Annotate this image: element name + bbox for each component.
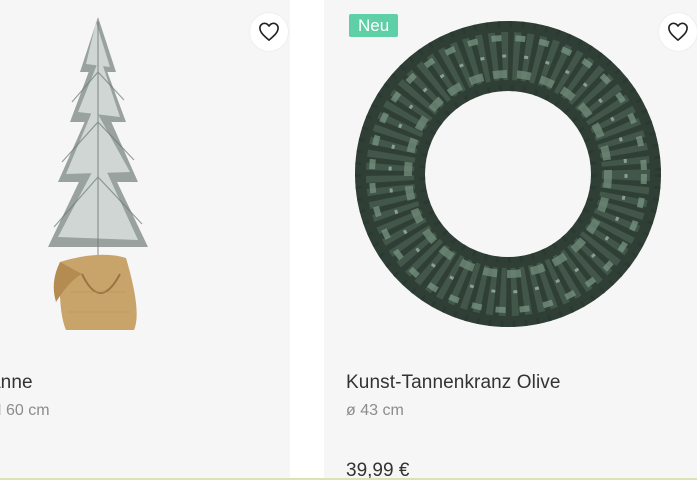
product-image-frosted-tree[interactable] [30, 12, 170, 342]
new-badge: Neu [349, 14, 399, 37]
product-card-wreath[interactable]: Neu Kunst-Tannenkranz Olive ø 43 cm 39,9… [324, 0, 697, 480]
product-price: 39,99 € [346, 460, 410, 480]
product-card-tree[interactable]: anne H 60 cm € [0, 0, 290, 480]
product-title[interactable]: anne [0, 372, 33, 394]
product-title[interactable]: Kunst-Tannenkranz Olive [346, 372, 561, 394]
product-size: ø 43 cm [346, 402, 404, 419]
heart-outline-icon [668, 22, 688, 41]
favorite-button[interactable] [250, 13, 288, 51]
favorite-button[interactable] [659, 13, 697, 51]
product-size: H 60 cm [0, 402, 50, 419]
product-image-wreath[interactable] [348, 14, 668, 334]
heart-outline-icon [259, 22, 279, 41]
